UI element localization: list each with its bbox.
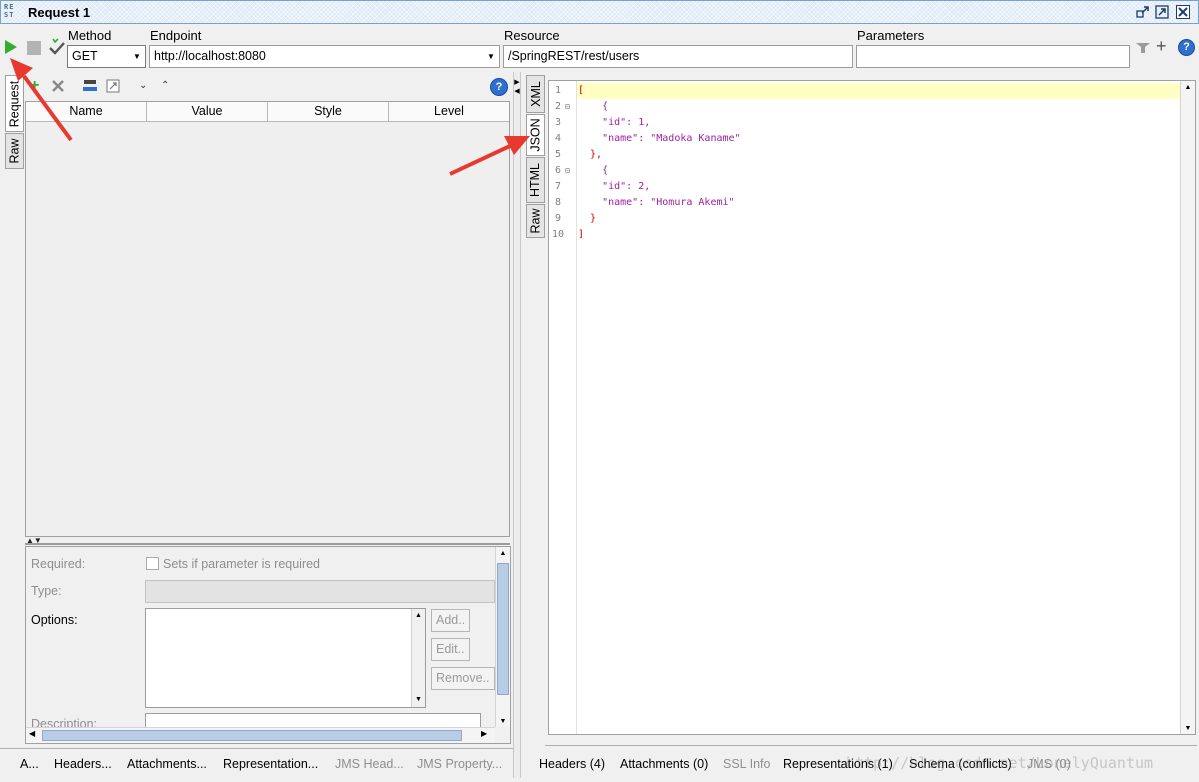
annotation-arrows xyxy=(10,58,530,176)
annotation-arrow-run xyxy=(10,58,73,142)
annotation-arrow-json xyxy=(449,136,530,176)
